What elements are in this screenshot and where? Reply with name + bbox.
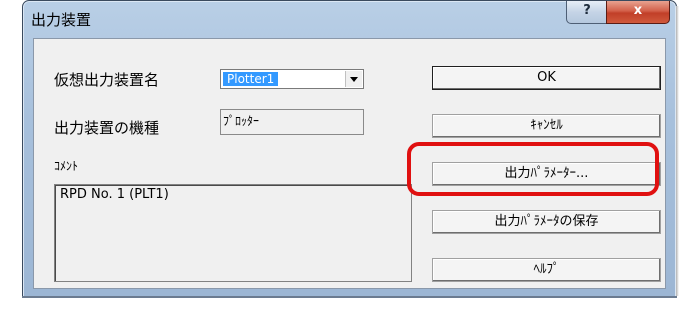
- device-type-label: 出力装置の機種: [54, 119, 160, 137]
- title-bar[interactable]: 出力装置 ? x: [23, 1, 676, 33]
- window-bottom-edge: [22, 296, 677, 298]
- virtual-device-select[interactable]: Plotter1: [220, 69, 364, 89]
- device-type-field: ﾌﾟﾛｯﾀｰ: [220, 109, 364, 135]
- window-shadow: [676, 6, 679, 296]
- title-help-button[interactable]: ?: [566, 1, 608, 24]
- device-type-value: ﾌﾟﾛｯﾀｰ: [223, 114, 260, 128]
- comment-text: RPD No. 1 (PLT1): [60, 187, 169, 202]
- virtual-device-value: Plotter1: [223, 72, 279, 86]
- save-parameters-button[interactable]: 出力ﾊﾟﾗﾒｰﾀの保存: [432, 210, 661, 234]
- highlight-annotation: [407, 142, 659, 196]
- dialog-title: 出力装置: [31, 11, 92, 29]
- comment-label: ｺﾒﾝﾄ: [54, 159, 79, 173]
- cancel-button[interactable]: ｷｬﾝｾﾙ: [432, 114, 661, 138]
- close-button[interactable]: x: [606, 1, 670, 24]
- ok-button[interactable]: OK: [432, 66, 661, 90]
- comment-textarea[interactable]: RPD No. 1 (PLT1): [54, 184, 412, 282]
- chevron-down-icon[interactable]: [345, 71, 362, 87]
- help-button[interactable]: ﾍﾙﾌﾟ: [432, 258, 661, 282]
- virtual-device-label: 仮想出力装置名: [54, 71, 160, 89]
